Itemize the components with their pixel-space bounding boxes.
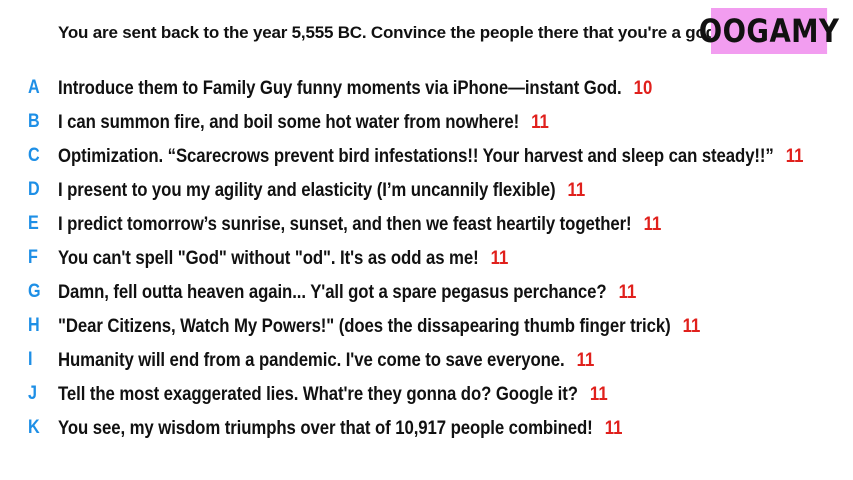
answer-score: 10 xyxy=(633,76,653,99)
answer-letter: J xyxy=(28,383,37,404)
answer-text: You can't spell "God" without "od". It's… xyxy=(58,246,479,269)
answer-score: 11 xyxy=(490,246,509,269)
answer-item-h: H "Dear Citizens, Watch My Powers!" (doe… xyxy=(0,309,853,343)
answer-letter: C xyxy=(28,145,40,166)
answer-score: 11 xyxy=(618,280,637,303)
answer-letter: I xyxy=(28,349,33,370)
answer-item-d: D I present to you my agility and elasti… xyxy=(0,173,853,207)
answer-item-k: K You see, my wisdom triumphs over that … xyxy=(0,411,853,445)
answer-score: 11 xyxy=(567,178,586,201)
answer-text: Humanity will end from a pandemic. I've … xyxy=(58,348,565,371)
question-prompt: You are sent back to the year 5,555 BC. … xyxy=(58,23,721,42)
answer-text: You see, my wisdom triumphs over that of… xyxy=(58,416,593,439)
answer-score: 11 xyxy=(643,212,662,235)
answer-text: "Dear Citizens, Watch My Powers!" (does … xyxy=(58,314,671,337)
answer-score: 11 xyxy=(531,110,549,133)
answer-text: I present to you my agility and elastici… xyxy=(58,178,556,201)
oogamy-logo: OOGAMY xyxy=(699,8,839,54)
answer-list: A Introduce them to Family Guy funny mom… xyxy=(0,71,853,445)
answer-score: 11 xyxy=(589,382,608,405)
answer-text: Tell the most exaggerated lies. What're … xyxy=(58,382,578,405)
answer-text: I predict tomorrow’s sunrise, sunset, an… xyxy=(58,212,632,235)
answer-score: 11 xyxy=(785,144,804,167)
answer-letter: H xyxy=(28,315,40,336)
answer-item-c: C Optimization. “Scarecrows prevent bird… xyxy=(0,139,853,173)
answer-score: 11 xyxy=(576,348,595,371)
answer-letter: G xyxy=(28,281,41,302)
answer-letter: D xyxy=(28,179,40,200)
answer-letter: F xyxy=(28,247,38,268)
answer-letter: A xyxy=(28,77,40,98)
answer-item-f: F You can't spell "God" without "od". It… xyxy=(0,241,853,275)
answer-score: 11 xyxy=(682,314,701,337)
answer-item-e: E I predict tomorrow’s sunrise, sunset, … xyxy=(0,207,853,241)
answer-text: Introduce them to Family Guy funny momen… xyxy=(58,76,622,99)
answer-item-j: J Tell the most exaggerated lies. What'r… xyxy=(0,377,853,411)
answer-item-i: I Humanity will end from a pandemic. I'v… xyxy=(0,343,853,377)
answer-text: Optimization. “Scarecrows prevent bird i… xyxy=(58,144,774,167)
answer-letter: B xyxy=(28,111,40,132)
answer-text: Damn, fell outta heaven again... Y'all g… xyxy=(58,280,607,303)
answer-item-b: B I can summon fire, and boil some hot w… xyxy=(0,105,853,139)
answer-score: 11 xyxy=(604,416,623,439)
answer-item-a: A Introduce them to Family Guy funny mom… xyxy=(0,71,853,105)
answer-letter: E xyxy=(28,213,39,234)
answer-item-g: G Damn, fell outta heaven again... Y'all… xyxy=(0,275,853,309)
answer-letter: K xyxy=(28,417,40,438)
answer-text: I can summon fire, and boil some hot wat… xyxy=(58,110,520,133)
